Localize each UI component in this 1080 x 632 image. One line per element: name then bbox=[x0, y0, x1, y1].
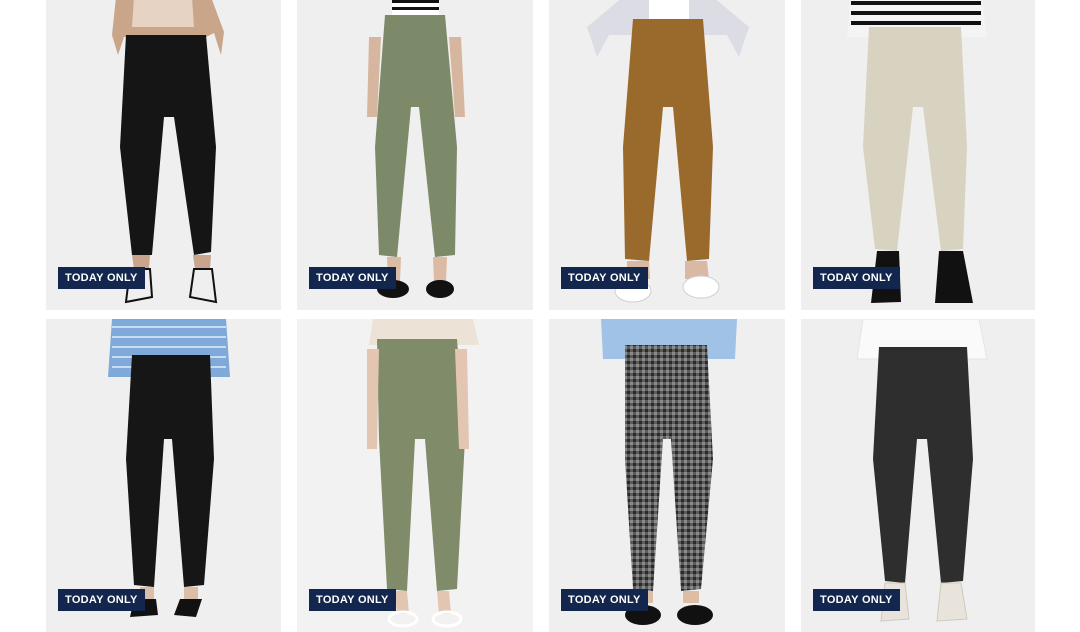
today-only-badge: TODAY ONLY bbox=[309, 589, 396, 611]
product-image[interactable] bbox=[297, 319, 533, 632]
today-only-badge: TODAY ONLY bbox=[58, 267, 145, 289]
product-card[interactable]: TODAY ONLY bbox=[801, 319, 1035, 632]
today-only-badge: TODAY ONLY bbox=[813, 267, 900, 289]
product-grid: TODAY ONLY TODAY ONLY TODAY ONLY TODAY O… bbox=[46, 0, 1035, 632]
today-only-badge: TODAY ONLY bbox=[813, 589, 900, 611]
today-only-badge: TODAY ONLY bbox=[561, 589, 648, 611]
product-card[interactable]: TODAY ONLY bbox=[549, 0, 785, 310]
product-image[interactable] bbox=[801, 319, 1035, 632]
product-image[interactable] bbox=[801, 0, 1035, 310]
today-only-badge: TODAY ONLY bbox=[309, 267, 396, 289]
product-image[interactable] bbox=[46, 0, 281, 310]
product-image[interactable] bbox=[549, 0, 785, 310]
product-card[interactable]: TODAY ONLY bbox=[46, 0, 281, 310]
today-only-badge: TODAY ONLY bbox=[561, 267, 648, 289]
product-card[interactable]: TODAY ONLY bbox=[297, 0, 533, 310]
product-card[interactable]: TODAY ONLY bbox=[46, 319, 281, 632]
today-only-badge: TODAY ONLY bbox=[58, 589, 145, 611]
product-image[interactable] bbox=[46, 319, 281, 632]
product-card[interactable]: TODAY ONLY bbox=[549, 319, 785, 632]
product-card[interactable]: TODAY ONLY bbox=[801, 0, 1035, 310]
product-image[interactable] bbox=[549, 319, 785, 632]
product-image[interactable] bbox=[297, 0, 533, 310]
product-card[interactable]: TODAY ONLY bbox=[297, 319, 533, 632]
